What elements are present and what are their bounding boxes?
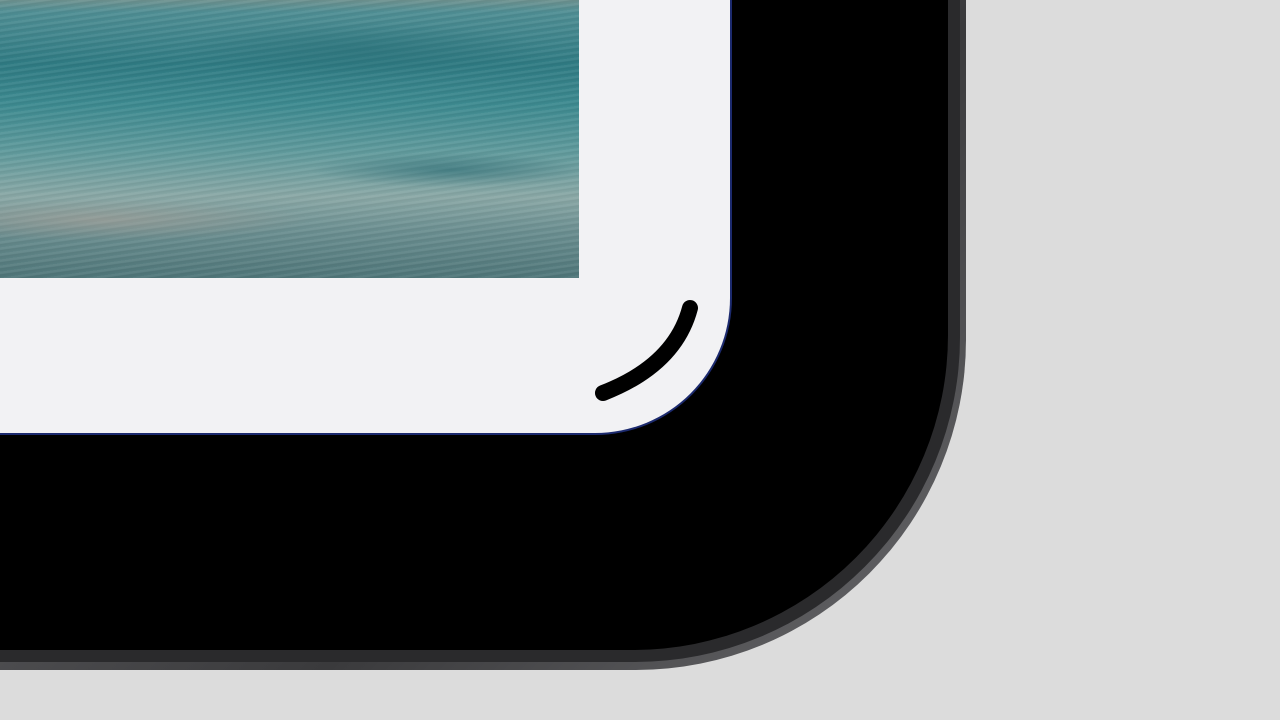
sea-waves-photo[interactable] (0, 0, 579, 278)
corner-arc-icon[interactable] (585, 290, 715, 410)
stage (0, 0, 1280, 720)
